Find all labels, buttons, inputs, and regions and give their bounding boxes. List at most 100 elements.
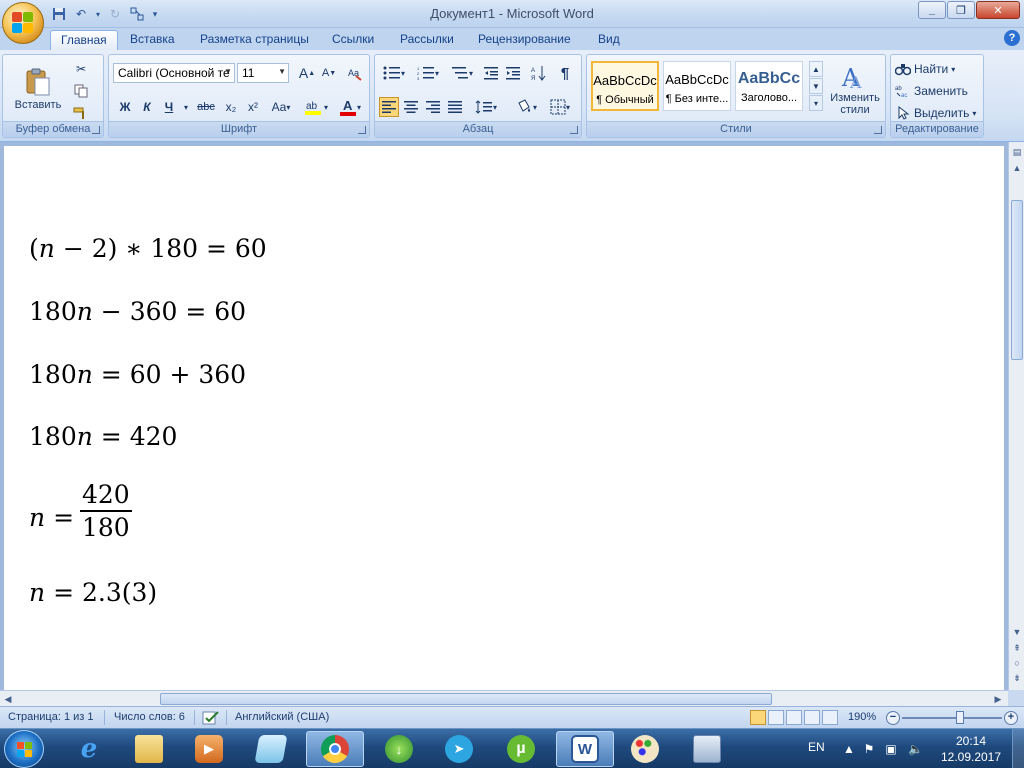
paragraph-launcher-icon[interactable] bbox=[570, 126, 578, 134]
vertical-scrollbar[interactable]: ▤ ▲ ▼ ⇞ ○ ⇟ bbox=[1008, 142, 1024, 690]
document-page[interactable]: (n − 2) ∗ 180 = 60 180n − 360 = 60 180n … bbox=[4, 146, 1004, 690]
zoom-in-icon[interactable]: + bbox=[1004, 711, 1018, 725]
strikethrough-button[interactable]: abc bbox=[195, 97, 217, 117]
tab-home[interactable]: Главная bbox=[50, 30, 118, 50]
telegram-taskbar-button[interactable]: ➤ bbox=[430, 731, 488, 767]
replace-button[interactable]: ab ac Заменить bbox=[895, 81, 981, 101]
style-no-spacing[interactable]: AaBbCcDc ¶ Без инте... bbox=[663, 61, 731, 111]
system-clock[interactable]: 20:14 12.09.2017 bbox=[936, 733, 1006, 765]
language-status[interactable]: Английский (США) bbox=[235, 711, 329, 723]
align-left-icon[interactable] bbox=[379, 97, 399, 117]
volume-icon[interactable]: 🔈 bbox=[908, 742, 923, 756]
minimize-button[interactable]: _ bbox=[918, 1, 946, 19]
internet-explorer-taskbar-button[interactable]: e bbox=[60, 731, 118, 767]
network-icon[interactable]: ▣ bbox=[884, 742, 898, 756]
calculator-taskbar-button[interactable] bbox=[678, 731, 736, 767]
font-color-button[interactable]: A ▾ bbox=[335, 97, 365, 117]
media-player-taskbar-button[interactable]: ▶ bbox=[180, 731, 238, 767]
print-layout-view-icon[interactable] bbox=[750, 710, 766, 725]
tab-insert[interactable]: Вставка bbox=[120, 30, 185, 50]
change-case-button[interactable]: Aa ▾ bbox=[267, 97, 295, 117]
clipboard-launcher-icon[interactable] bbox=[92, 126, 100, 134]
style-heading-1[interactable]: AaBbCc Заголово... bbox=[735, 61, 803, 111]
action-center-icon[interactable]: ⚑ bbox=[862, 742, 876, 756]
file-explorer-taskbar-button[interactable] bbox=[120, 731, 178, 767]
help-icon[interactable]: ? bbox=[1004, 30, 1020, 46]
justify-icon[interactable] bbox=[445, 97, 465, 117]
zoom-out-icon[interactable]: − bbox=[886, 711, 900, 725]
chrome-taskbar-button[interactable] bbox=[306, 731, 364, 767]
utorrent-taskbar-button[interactable]: µ bbox=[492, 731, 550, 767]
zoom-slider-track[interactable] bbox=[902, 717, 1002, 719]
zoom-slider-thumb[interactable] bbox=[956, 711, 964, 724]
scroll-left-icon[interactable]: ◀ bbox=[2, 693, 14, 705]
office-button[interactable] bbox=[2, 2, 44, 44]
show-desktop-button[interactable] bbox=[1012, 729, 1024, 768]
tab-review[interactable]: Рецензирование bbox=[468, 30, 581, 50]
tab-mailings[interactable]: Рассылки bbox=[390, 30, 464, 50]
cut-icon[interactable]: ✂ bbox=[71, 59, 91, 79]
scroll-up-icon[interactable]: ▲ bbox=[1011, 162, 1023, 174]
multilevel-list-button[interactable]: ▾ bbox=[447, 63, 477, 83]
shrink-font-button[interactable]: A ▼ bbox=[319, 63, 339, 83]
font-launcher-icon[interactable] bbox=[358, 126, 366, 134]
decrease-indent-icon[interactable] bbox=[481, 63, 501, 83]
clear-formatting-icon[interactable]: Aa bbox=[345, 63, 365, 83]
tab-page-layout[interactable]: Разметка страницы bbox=[190, 30, 319, 50]
underline-button[interactable]: Ч bbox=[159, 97, 179, 117]
page-count[interactable]: Страница: 1 из 1 bbox=[8, 711, 94, 723]
vertical-scroll-thumb[interactable] bbox=[1011, 200, 1023, 360]
start-button[interactable] bbox=[4, 730, 44, 768]
scroll-right-icon[interactable]: ▶ bbox=[992, 693, 1004, 705]
outline-view-icon[interactable] bbox=[804, 710, 820, 725]
format-painter-icon[interactable] bbox=[71, 103, 91, 123]
superscript-button[interactable]: x² bbox=[243, 97, 263, 117]
input-language-indicator[interactable]: EN bbox=[808, 740, 825, 754]
tab-view[interactable]: Вид bbox=[588, 30, 630, 50]
tab-references[interactable]: Ссылки bbox=[322, 30, 384, 50]
shading-button[interactable]: ▾ bbox=[511, 97, 541, 117]
numbering-button[interactable]: 1 2 3 ▾ bbox=[413, 63, 443, 83]
horizontal-scrollbar[interactable]: ◀ ▶ bbox=[0, 690, 1008, 706]
styles-scroll-up-icon[interactable]: ▲ bbox=[809, 61, 823, 77]
borders-button[interactable]: ▾ bbox=[545, 97, 575, 117]
word-count[interactable]: Число слов: 6 bbox=[114, 711, 185, 723]
proofing-icon[interactable] bbox=[202, 711, 220, 728]
styles-scroll-down-icon[interactable]: ▼ bbox=[809, 78, 823, 94]
italic-button[interactable]: К bbox=[137, 97, 157, 117]
copy-icon[interactable] bbox=[71, 81, 91, 101]
highlight-button[interactable]: ab ▾ bbox=[301, 97, 331, 117]
subscript-button[interactable]: x₂ bbox=[221, 97, 241, 117]
font-size-combo[interactable]: 11 ▼ bbox=[237, 63, 289, 83]
paint-taskbar-button[interactable] bbox=[616, 731, 674, 767]
change-styles-button[interactable]: AA Изменить стили bbox=[827, 59, 883, 119]
align-right-icon[interactable] bbox=[423, 97, 443, 117]
next-page-icon[interactable]: ⇟ bbox=[1011, 672, 1023, 684]
increase-indent-icon[interactable] bbox=[503, 63, 523, 83]
align-center-icon[interactable] bbox=[401, 97, 421, 117]
show-formatting-button[interactable]: ¶ bbox=[555, 63, 575, 83]
line-spacing-button[interactable]: ▾ bbox=[471, 97, 501, 117]
find-button[interactable]: Найти ▾ bbox=[895, 59, 981, 79]
style-normal[interactable]: AaBbCcDc ¶ Обычный bbox=[591, 61, 659, 111]
web-layout-view-icon[interactable] bbox=[786, 710, 802, 725]
bold-button[interactable]: Ж bbox=[115, 97, 135, 117]
ruler-toggle-icon[interactable]: ▤ bbox=[1011, 146, 1023, 158]
font-name-combo[interactable]: Calibri (Основной те ▼ bbox=[113, 63, 235, 83]
styles-more-icon[interactable]: ▾ bbox=[809, 95, 823, 111]
sort-icon[interactable]: AЯ bbox=[529, 63, 549, 83]
zoom-level[interactable]: 190% bbox=[848, 711, 876, 723]
previous-page-icon[interactable]: ⇞ bbox=[1011, 642, 1023, 654]
restore-button[interactable]: ❐ bbox=[947, 1, 975, 19]
word-taskbar-button[interactable]: W bbox=[556, 731, 614, 767]
scroll-down-icon[interactable]: ▼ bbox=[1011, 626, 1023, 638]
underline-dropdown-icon[interactable]: ▾ bbox=[181, 97, 191, 117]
show-hidden-icons-icon[interactable]: ▲ bbox=[842, 742, 856, 756]
paste-button[interactable]: Вставить bbox=[13, 59, 63, 119]
select-browse-object-icon[interactable]: ○ bbox=[1011, 657, 1023, 669]
horizontal-scroll-thumb[interactable] bbox=[160, 693, 772, 705]
close-button[interactable]: ✕ bbox=[976, 1, 1020, 19]
notepad-taskbar-button[interactable] bbox=[242, 731, 300, 767]
draft-view-icon[interactable] bbox=[822, 710, 838, 725]
select-button[interactable]: Выделить ▾ bbox=[895, 103, 981, 123]
